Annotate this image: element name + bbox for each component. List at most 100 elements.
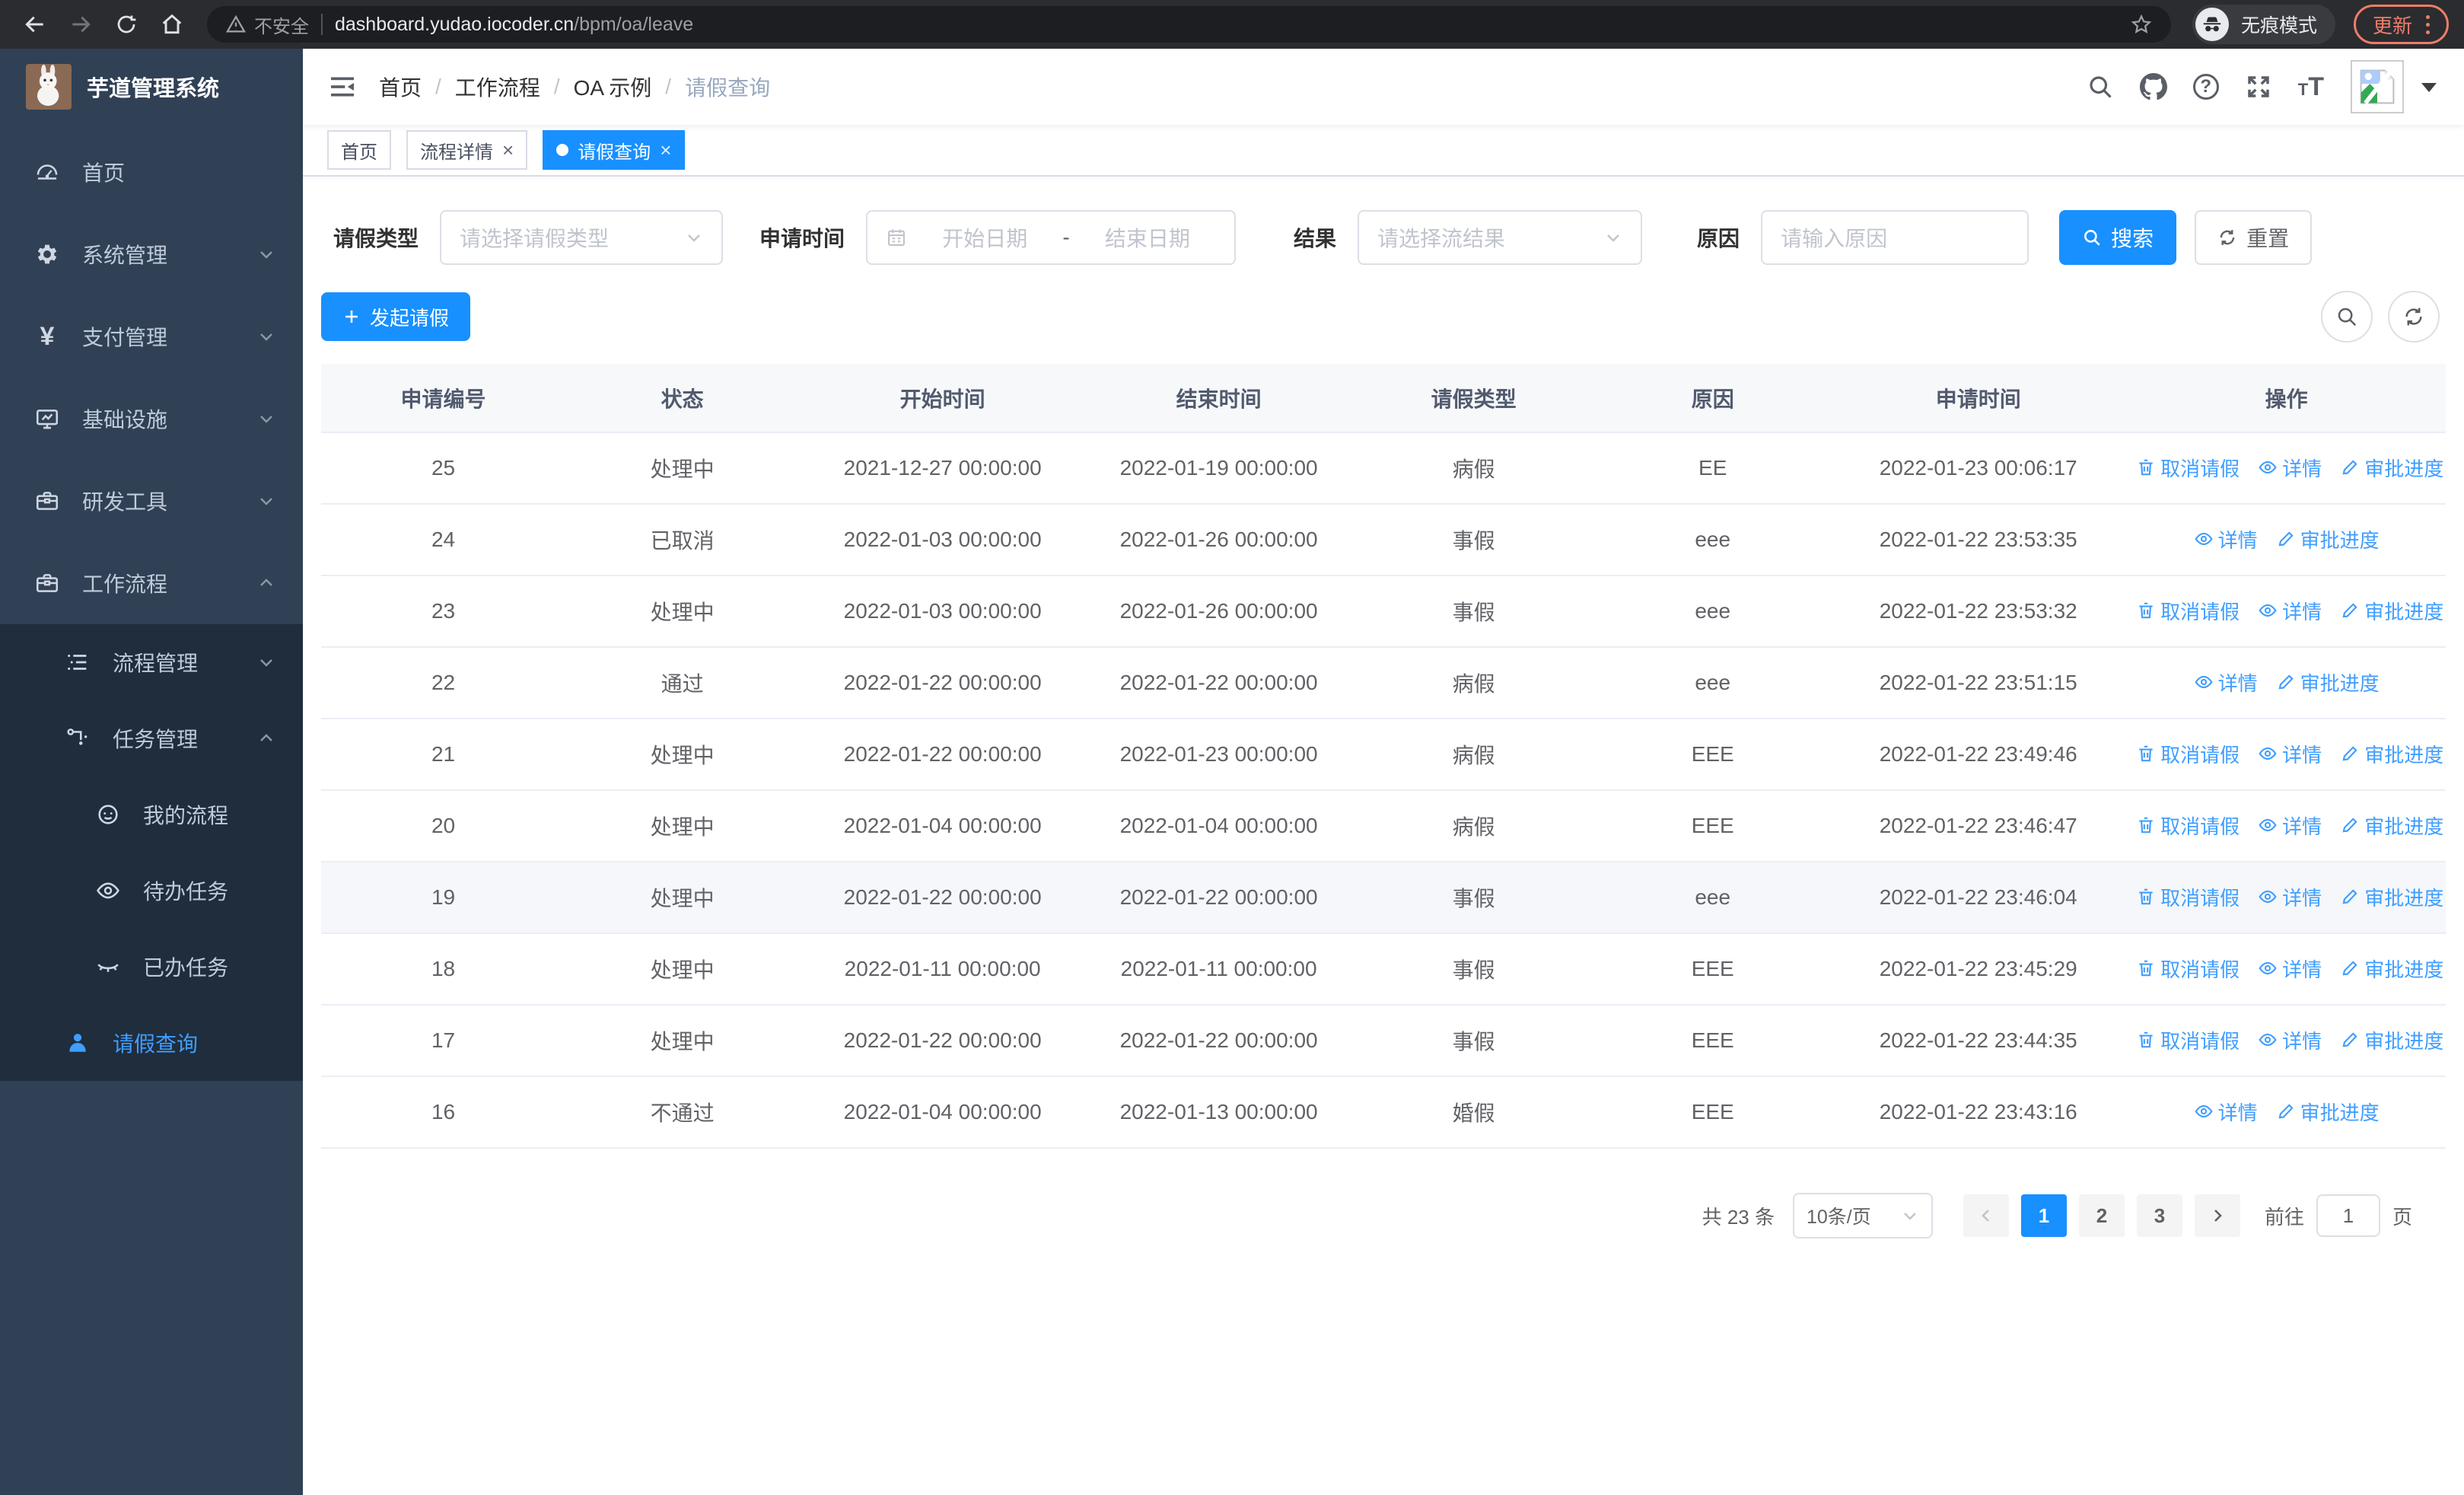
search-form: 请假类型 请选择请假类型 申请时间 开始日期 - 结束日期 结果 请选择流结果 <box>321 210 2446 265</box>
prev-page-button[interactable] <box>1963 1194 2009 1237</box>
cancel-leave-link[interactable]: 取消请假 <box>2136 955 2240 983</box>
page-button-2[interactable]: 2 <box>2078 1194 2125 1237</box>
edit-icon <box>2340 1030 2360 1050</box>
sidebar-item-todo-tasks[interactable]: 待办任务 <box>0 853 303 929</box>
refresh-button[interactable] <box>2388 291 2440 343</box>
sidebar-item-task-mgmt[interactable]: 任务管理 <box>0 700 303 776</box>
breadcrumb: 首页 / 工作流程 / OA 示例 / 请假查询 <box>379 72 770 102</box>
goto-page-input[interactable] <box>2316 1194 2380 1237</box>
monitor-icon <box>33 405 61 432</box>
breadcrumb-oa[interactable]: OA 示例 <box>574 72 652 102</box>
detail-link[interactable]: 详情 <box>2194 668 2258 696</box>
leave-table: 申请编号 状态 开始时间 结束时间 请假类型 原因 申请时间 操作 25 处理中… <box>321 364 2446 1149</box>
detail-link[interactable]: 详情 <box>2258 1026 2322 1054</box>
forward-icon[interactable] <box>61 5 100 44</box>
cancel-leave-link[interactable]: 取消请假 <box>2136 454 2240 482</box>
create-leave-button[interactable]: 发起请假 <box>321 292 471 341</box>
reset-button[interactable]: 重置 <box>2195 210 2313 265</box>
cancel-leave-link[interactable]: 取消请假 <box>2136 740 2240 768</box>
not-secure-chip[interactable]: 不安全 <box>225 11 309 38</box>
search-button[interactable]: 搜索 <box>2059 210 2177 265</box>
sidebar-item-process-mgmt[interactable]: 流程管理 <box>0 624 303 700</box>
end-date-placeholder: 结束日期 <box>1104 227 1190 250</box>
approve-progress-link[interactable]: 审批进度 <box>2340 454 2443 482</box>
sidebar-item-infra[interactable]: 基础设施 <box>0 378 303 460</box>
tab-leave-query[interactable]: 请假查询 × <box>543 130 686 170</box>
tab-home[interactable]: 首页 <box>327 130 391 170</box>
sidebar-item-home[interactable]: 首页 <box>0 131 303 213</box>
page-button-3[interactable]: 3 <box>2136 1194 2182 1237</box>
font-size-icon[interactable]: TT <box>2298 72 2324 102</box>
sidebar-collapse-icon[interactable] <box>327 72 358 102</box>
approve-progress-link[interactable]: 审批进度 <box>2340 811 2443 840</box>
view-icon <box>2258 958 2278 978</box>
cancel-leave-link[interactable]: 取消请假 <box>2136 811 2240 840</box>
result-select[interactable]: 请选择流结果 <box>1358 210 1643 265</box>
warning-icon <box>225 14 247 35</box>
tab-process-detail[interactable]: 流程详情 × <box>406 130 528 170</box>
back-icon[interactable] <box>15 5 55 44</box>
apply-time-range-picker[interactable]: 开始日期 - 结束日期 <box>866 210 1237 265</box>
breadcrumb-home[interactable]: 首页 <box>379 72 422 102</box>
close-icon[interactable]: × <box>502 140 514 160</box>
cancel-leave-link[interactable]: 取消请假 <box>2136 597 2240 625</box>
sidebar-item-payment[interactable]: ¥ 支付管理 <box>0 295 303 378</box>
detail-link[interactable]: 详情 <box>2194 1098 2258 1126</box>
fullscreen-icon[interactable] <box>2245 73 2272 100</box>
cancel-leave-link[interactable]: 取消请假 <box>2136 883 2240 911</box>
sidebar-item-workflow[interactable]: 工作流程 <box>0 542 303 624</box>
approve-progress-link[interactable]: 审批进度 <box>2340 1026 2443 1054</box>
sidebar-item-my-process[interactable]: 我的流程 <box>0 776 303 853</box>
page-button-1[interactable]: 1 <box>2020 1194 2067 1237</box>
table-row: 20 处理中 2022-01-04 00:00:00 2022-01-04 00… <box>321 790 2446 862</box>
address-bar[interactable]: 不安全 dashboard.yudao.iocoder.cn/bpm/oa/le… <box>207 6 2171 43</box>
delete-icon <box>2136 601 2156 620</box>
detail-link[interactable]: 详情 <box>2258 811 2322 840</box>
github-icon[interactable] <box>2139 73 2167 100</box>
approve-progress-link[interactable]: 审批进度 <box>2340 955 2443 983</box>
chevron-down-icon <box>685 228 703 247</box>
approve-progress-link[interactable]: 审批进度 <box>2340 740 2443 768</box>
close-icon[interactable]: × <box>660 140 671 160</box>
user-avatar[interactable] <box>2350 59 2405 114</box>
sidebar-menu: 首页 系统管理 ¥ 支付管理 基础设施 研发工具 工作流程 流程管理 任务管理 … <box>0 125 303 1081</box>
detail-link[interactable]: 详情 <box>2258 740 2322 768</box>
approve-progress-link[interactable]: 审批进度 <box>2340 597 2443 625</box>
help-icon[interactable]: ? <box>2192 74 2219 100</box>
apply-time-label: 申请时间 <box>759 227 845 250</box>
detail-link[interactable]: 详情 <box>2194 525 2258 553</box>
hide-search-button[interactable] <box>2321 291 2373 343</box>
bookmark-star-icon[interactable] <box>2130 13 2153 36</box>
reason-input[interactable]: 请输入原因 <box>1761 210 2029 265</box>
sidebar-item-devtools[interactable]: 研发工具 <box>0 460 303 542</box>
cancel-leave-link[interactable]: 取消请假 <box>2136 1026 2240 1054</box>
next-page-button[interactable] <box>2194 1194 2240 1237</box>
sidebar-item-leave-query[interactable]: 请假查询 <box>0 1005 303 1081</box>
browser-update-button[interactable]: 更新 <box>2353 5 2449 44</box>
avatar-dropdown-caret[interactable] <box>2421 83 2437 100</box>
browser-menu-icon[interactable] <box>2426 14 2430 34</box>
detail-link[interactable]: 详情 <box>2258 883 2322 911</box>
approve-progress-link[interactable]: 审批进度 <box>2276 525 2380 553</box>
tree-list-icon <box>64 649 91 676</box>
reload-icon[interactable] <box>107 5 146 44</box>
delete-icon <box>2136 958 2156 978</box>
detail-link[interactable]: 详情 <box>2258 955 2322 983</box>
delete-icon <box>2136 744 2156 763</box>
detail-link[interactable]: 详情 <box>2258 597 2322 625</box>
table-row: 16 不通过 2022-01-04 00:00:00 2022-01-13 00… <box>321 1076 2446 1149</box>
sidebar-item-system[interactable]: 系统管理 <box>0 213 303 295</box>
detail-link[interactable]: 详情 <box>2258 454 2322 482</box>
leave-type-select[interactable]: 请选择请假类型 <box>440 210 724 265</box>
search-icon[interactable] <box>2087 73 2114 100</box>
home-icon[interactable] <box>152 5 192 44</box>
approve-progress-link[interactable]: 审批进度 <box>2340 883 2443 911</box>
chevron-down-icon <box>257 492 275 510</box>
approve-progress-link[interactable]: 审批进度 <box>2276 668 2380 696</box>
approve-progress-link[interactable]: 审批进度 <box>2276 1098 2380 1126</box>
sidebar-item-done-tasks[interactable]: 已办任务 <box>0 929 303 1005</box>
chevron-down-icon <box>257 327 275 346</box>
page-size-select[interactable]: 10条/页 <box>1792 1193 1933 1238</box>
app-logo-row[interactable]: 芋道管理系统 <box>0 49 303 125</box>
breadcrumb-workflow[interactable]: 工作流程 <box>455 72 540 102</box>
